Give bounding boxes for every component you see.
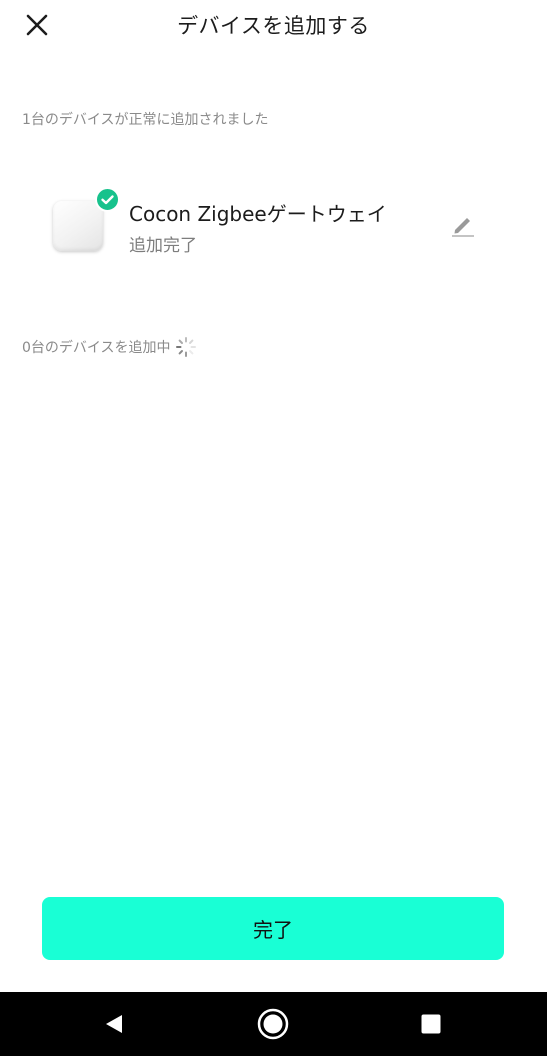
check-circle-icon	[95, 187, 120, 212]
adding-devices-label: 0台のデバイスを追加中	[22, 336, 197, 358]
device-row: Cocon Zigbeeゲートウェイ 追加完了	[0, 183, 547, 263]
home-button[interactable]	[255, 1006, 291, 1042]
back-button[interactable]	[97, 1006, 133, 1042]
recents-button[interactable]	[413, 1006, 449, 1042]
added-devices-label: 1台のデバイスが正常に追加されました	[22, 112, 269, 128]
done-button[interactable]: 完了	[42, 897, 504, 960]
edit-device-name-button[interactable]	[449, 211, 477, 239]
back-triangle-icon	[106, 1015, 122, 1033]
top-app-bar: デバイスを追加する	[0, 0, 547, 50]
loading-spinner-icon	[175, 336, 197, 358]
device-name: Cocon Zigbeeゲートウェイ	[129, 202, 387, 226]
device-image	[53, 201, 103, 251]
recents-square-icon	[421, 1014, 441, 1034]
device-status: 追加完了	[129, 236, 197, 256]
page-title: デバイスを追加する	[177, 14, 370, 38]
adding-devices-text: 0台のデバイスを追加中	[22, 340, 171, 356]
pencil-icon	[452, 218, 474, 237]
home-circle-icon	[257, 1008, 289, 1040]
system-navigation-bar	[0, 992, 547, 1056]
